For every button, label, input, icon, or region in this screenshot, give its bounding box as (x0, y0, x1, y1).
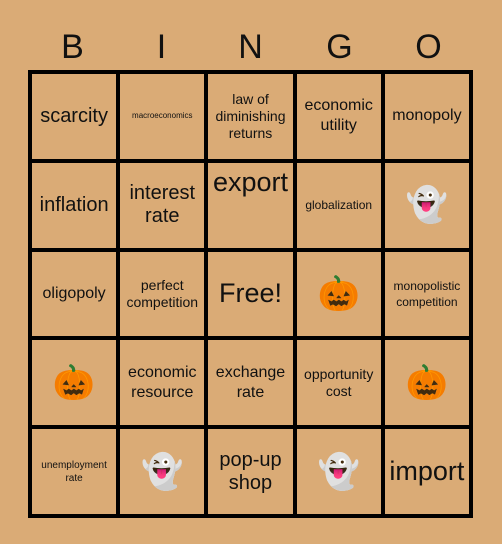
bingo-cell-label: Free! (218, 278, 282, 309)
bingo-card-grid: scarcity macroeconomics law of diminishing… (28, 70, 473, 518)
bingo-cell-label: unemployment rate (41, 459, 107, 484)
bingo-cell[interactable]: 🎃 (296, 251, 381, 337)
header-letter-n: N (238, 28, 263, 66)
bingo-cell-label: interest rate (129, 182, 196, 228)
bingo-cell[interactable]: 👻 (296, 429, 381, 514)
bingo-cell[interactable]: 🎃 (384, 340, 469, 426)
bingo-cell[interactable]: monopolistic competition (384, 251, 469, 337)
bingo-cell-label: macroeconomics (132, 111, 193, 121)
bingo-cell-label: oligopoly (42, 284, 106, 302)
bingo-cell-label: economic utility (304, 97, 373, 135)
bingo-cell-label: perfect competition (126, 276, 199, 310)
bingo-cell[interactable]: 👻 (120, 429, 205, 514)
pumpkin-icon: 🎃 (52, 363, 96, 402)
ghost-icon: 👻 (317, 452, 360, 491)
bingo-cell-label: monopoly (392, 107, 462, 125)
pumpkin-icon: 🎃 (317, 274, 360, 313)
bingo-cell-label: import (389, 456, 465, 487)
header-letter-i: I (156, 28, 167, 66)
bingo-cell[interactable]: import (384, 429, 469, 514)
bingo-cell[interactable]: exchange rate (208, 340, 293, 426)
bingo-cell-label: export (212, 166, 289, 197)
bingo-cell[interactable]: macroeconomics (120, 74, 205, 159)
bingo-cell-label: globalization (305, 198, 373, 213)
bingo-cell[interactable]: economic utility (296, 74, 381, 159)
bingo-cell[interactable]: scarcity (32, 74, 117, 159)
bingo-cell-label: opportunity cost (304, 365, 374, 399)
bingo-cell-label: inflation (39, 193, 109, 216)
bingo-cell[interactable]: monopoly (384, 74, 469, 159)
bingo-cell[interactable]: pop-up shop (208, 429, 293, 514)
ghost-icon: 👻 (405, 186, 449, 225)
bingo-cell[interactable]: oligopoly (32, 251, 117, 337)
bingo-cell-label: law of diminishing returns (215, 90, 286, 141)
bingo-cell[interactable]: opportunity cost (296, 340, 381, 426)
header-letter-o: O (415, 28, 442, 66)
bingo-cell[interactable]: law of diminishing returns (208, 74, 293, 159)
ghost-icon: 👻 (141, 452, 184, 491)
bingo-cell[interactable]: unemployment rate (32, 429, 117, 514)
bingo-cell[interactable]: inflation (32, 162, 117, 248)
bingo-cell[interactable]: perfect competition (120, 251, 205, 337)
bingo-cell-label: pop-up shop (219, 448, 282, 494)
bingo-cell-label: monopolistic competition (393, 278, 461, 309)
bingo-cell[interactable]: interest rate (120, 162, 205, 248)
bingo-header: B I N G O (28, 24, 473, 70)
bingo-cell[interactable]: globalization (296, 162, 381, 248)
pumpkin-icon: 🎃 (405, 363, 449, 402)
header-letter-b: B (61, 28, 84, 66)
bingo-cell[interactable]: export (208, 162, 293, 248)
bingo-cell-label: scarcity (40, 104, 108, 127)
bingo-cell[interactable]: Free! (208, 251, 293, 337)
bingo-cell-label: exchange rate (215, 363, 286, 401)
bingo-cell-label: economic resource (128, 363, 197, 401)
bingo-cell[interactable]: economic resource (120, 340, 205, 426)
header-letter-g: G (326, 28, 353, 66)
bingo-cell[interactable]: 👻 (384, 162, 469, 248)
bingo-cell[interactable]: 🎃 (32, 340, 117, 426)
